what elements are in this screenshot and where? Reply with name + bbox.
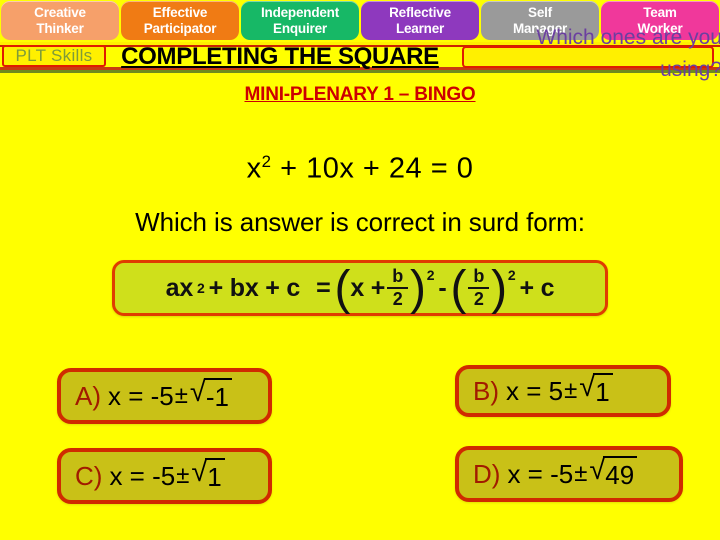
plt-tab-effective-participator[interactable]: Effective Participator [121,1,239,40]
answer-letter: B) [473,375,499,406]
plt-tab-label-line2: Worker [637,20,683,36]
fraction-numerator: b [392,266,403,287]
plt-skills-callout: PLT Skills [2,45,106,67]
equation-base: x [246,152,262,185]
answer-letter: D) [473,458,501,489]
formula-group-exponent-second: 2 [507,267,516,283]
radical-icon: √ 49 [589,455,638,492]
formula-lhs: ax [165,273,194,302]
plus-minus-icon: ± [564,377,578,404]
answer-radicand: -1 [203,377,232,413]
plus-minus-icon: ± [174,382,188,409]
formula-second-group: ( b 2 ) 2 [450,262,516,316]
answer-lead: x = -5 [507,458,574,489]
plt-tab-self-manager[interactable]: Self Manager [481,1,599,40]
answer-lead: x = 5 [506,375,564,406]
answer-radicand: 1 [593,372,613,408]
plus-minus-icon: ± [176,462,190,489]
plus-minus-icon: ± [574,460,588,487]
plt-tab-label-line1: Team [643,4,677,20]
answer-option-c[interactable]: C) x = -5 ± √ 1 [57,448,272,504]
plt-tab-label-line2: Thinker [36,20,84,36]
plt-tab-label-line1: Independent [260,4,340,20]
paren-open-icon: ( [450,262,467,316]
answer-radicand: 1 [205,457,225,493]
radical-icon: √ 1 [579,372,613,409]
formula-lhs-rest: + bx + c [208,273,301,302]
answer-option-a[interactable]: A) x = -5 ± √ -1 [57,368,272,424]
answer-lead: x = -5 [109,460,176,491]
formula-group-exponent: 2 [426,267,435,283]
answer-letter: C) [75,460,103,491]
answer-expression: x = -5 ± √ 49 [507,455,638,492]
formula-fraction-b-over-2-second: b 2 [468,266,490,309]
formula-equals: = [316,273,331,302]
answer-expression: x = -5 ± √ 1 [109,457,225,494]
answer-option-b[interactable]: B) x = 5 ± √ 1 [455,365,671,417]
paren-close-icon: ) [491,262,507,316]
answer-radicand: 49 [603,455,638,491]
paren-close-icon: ) [410,262,426,316]
plt-tab-reflective-learner[interactable]: Reflective Learner [361,1,479,40]
equation-exponent: 2 [261,152,272,171]
answer-expression: x = -5 ± √ -1 [108,377,232,414]
plt-tab-label-line1: Effective [152,4,208,20]
plt-tab-label-line1: Creative [34,4,86,20]
formula-box: ax 2 + bx + c = ( x + b 2 ) 2 - ( b 2 ) 2… [112,260,608,316]
plt-tab-label-line2: Participator [143,20,217,36]
plt-tab-label-line2: Enquirer [273,20,327,36]
radical-icon: √ -1 [190,377,232,414]
fraction-denominator: 2 [473,289,484,309]
plt-tab-label-line1: Reflective [389,4,451,20]
answer-letter: A) [75,380,101,411]
plt-skills-tab-bar: Creative Thinker Effective Participator … [0,0,720,42]
empty-answer-box[interactable] [462,46,714,68]
answer-lead: x = -5 [108,380,174,411]
formula-minus: - [438,273,447,302]
formula-lhs-exponent: 2 [197,280,205,296]
quadratic-equation: x2 + 10x + 24 = 0 [0,152,720,186]
fraction-numerator: b [473,266,485,287]
answer-option-d[interactable]: D) x = -5 ± √ 49 [455,446,683,502]
formula-fraction-b-over-2: b 2 [387,267,408,309]
paren-open-icon: ( [334,262,351,316]
plt-tab-label-line1: Self [528,4,552,20]
plt-tab-creative-thinker[interactable]: Creative Thinker [1,1,119,40]
page-title: COMPLETING THE SQUARE [121,43,439,70]
radical-icon: √ 1 [191,457,225,494]
formula-plus-c: + c [519,273,555,302]
plt-tab-label-line2: Manager [512,20,568,36]
plt-tab-independent-enquirer[interactable]: Independent Enquirer [241,1,359,40]
formula-expression: ax 2 + bx + c = ( x + b 2 ) 2 - ( b 2 ) 2… [165,262,555,316]
answer-expression: x = 5 ± √ 1 [506,372,613,409]
plt-tab-label-line2: Learner [395,20,445,36]
plt-tab-team-worker[interactable]: Team Worker [601,1,719,40]
equation-rest: + 10x + 24 = 0 [271,152,474,185]
formula-inner-x: x + [350,273,386,302]
formula-first-group: ( x + b 2 ) 2 [334,262,435,316]
plt-skills-label: PLT Skills [15,46,93,65]
fraction-denominator: 2 [392,289,403,309]
question-text: Which is answer is correct in surd form: [135,207,585,237]
mini-plenary-heading: MINI-PLENARY 1 – BINGO [244,84,476,105]
